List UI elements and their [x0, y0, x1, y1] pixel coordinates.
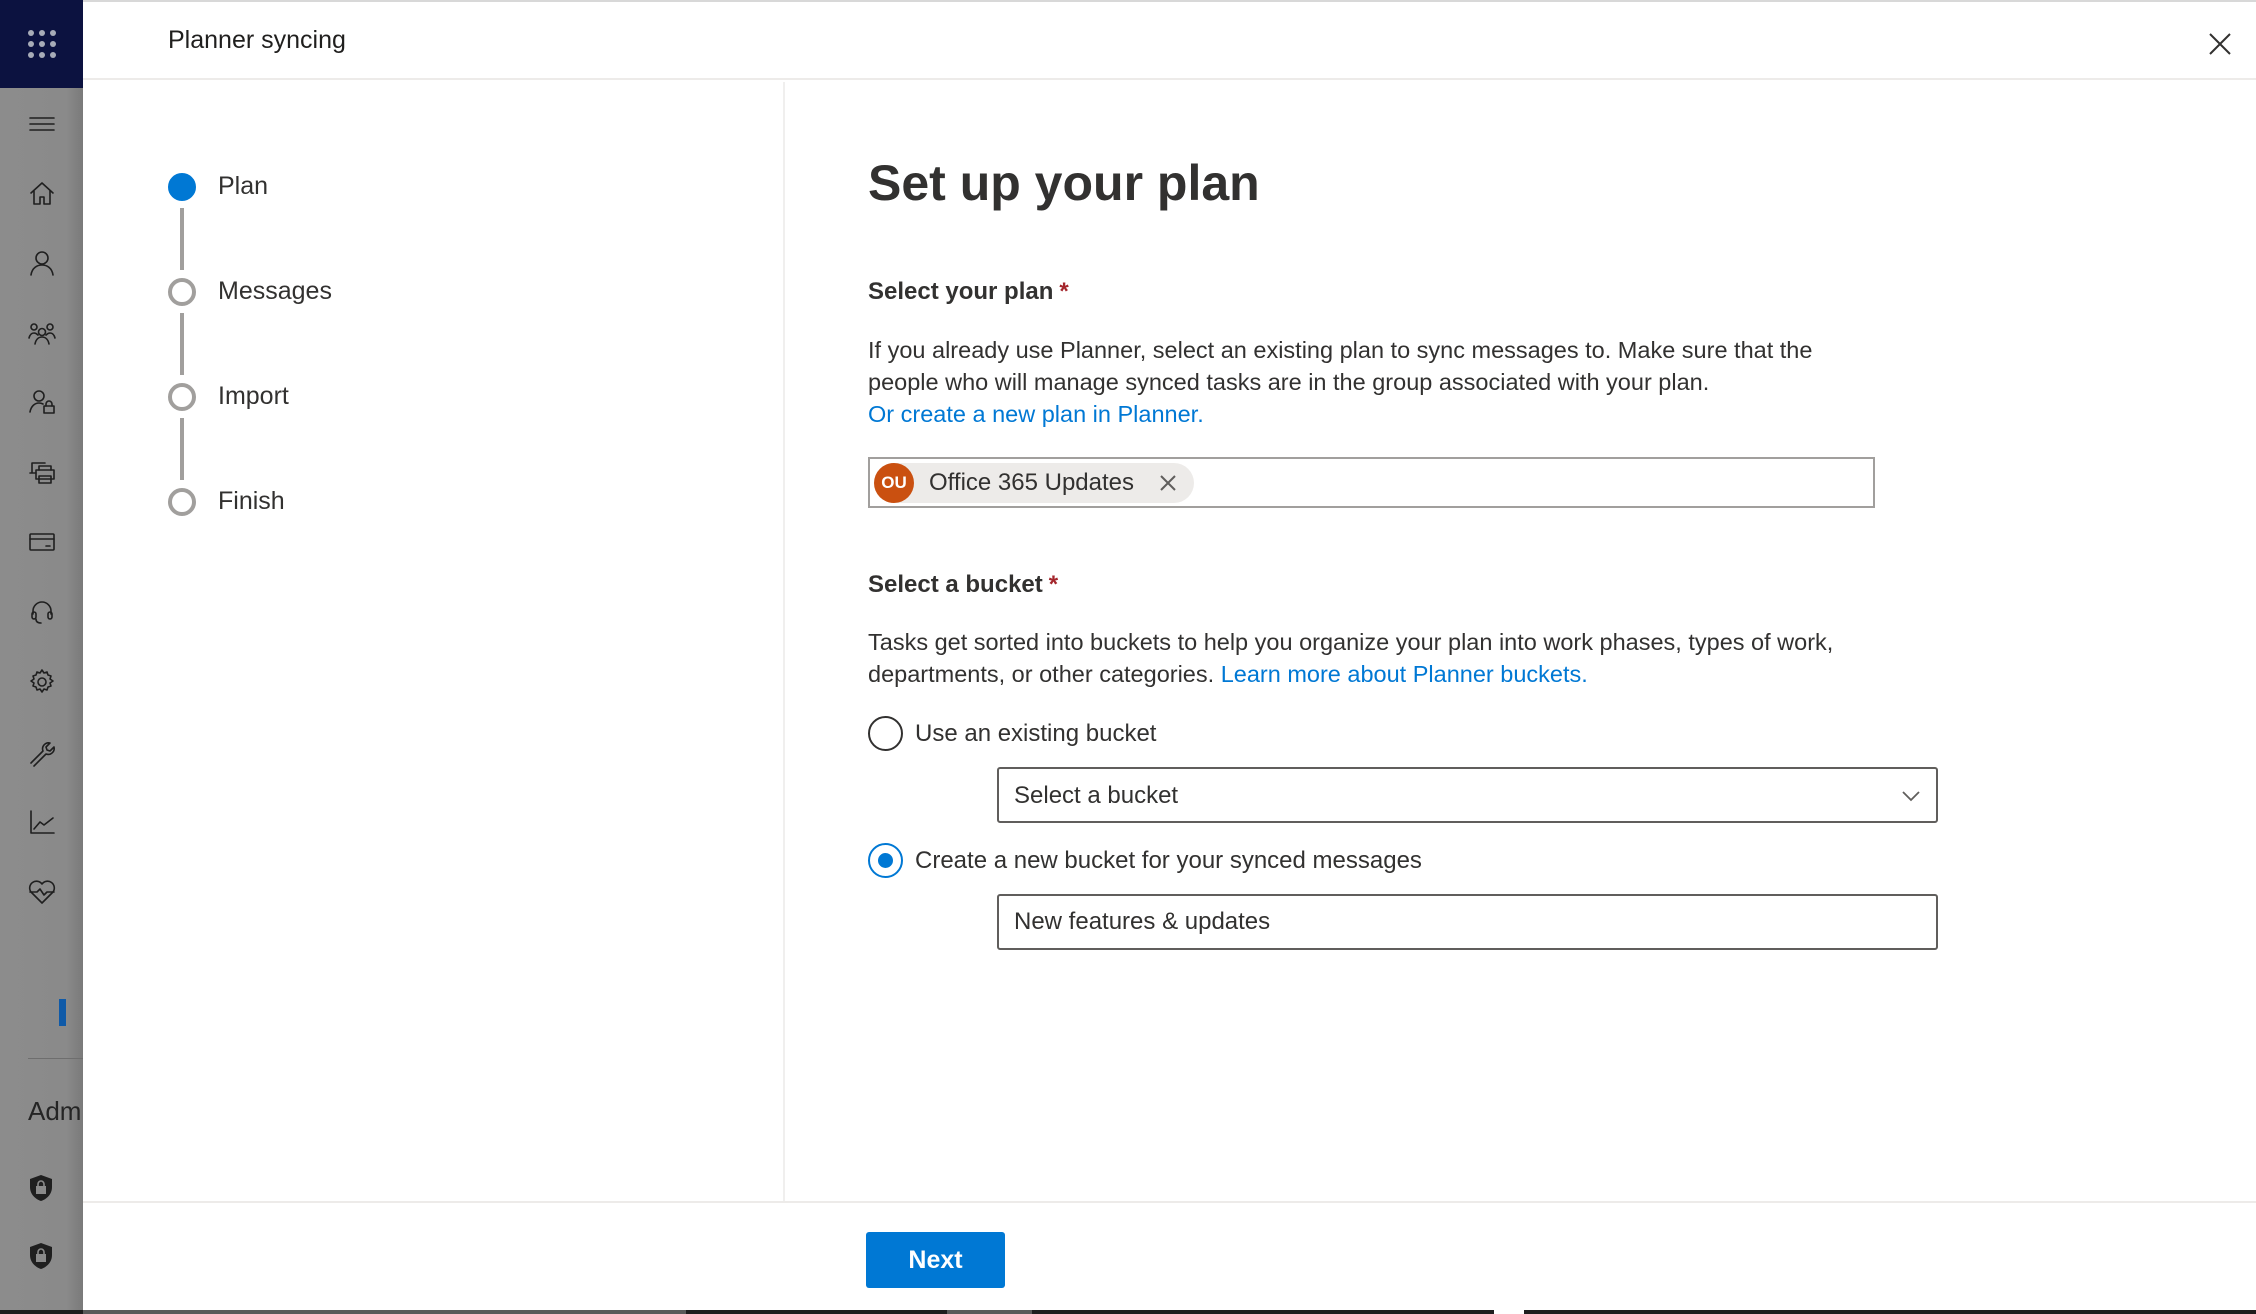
nav-teams-groups[interactable]	[24, 315, 60, 351]
taskbar-segment	[947, 1310, 1032, 1314]
credit-card-icon	[29, 533, 55, 551]
bucket-description: Tasks get sorted into buckets to help yo…	[868, 626, 1888, 690]
group-icon	[28, 323, 56, 345]
select-bucket-label-text: Select a bucket	[868, 571, 1043, 598]
admin-centers-label: Admi	[28, 1096, 83, 1126]
required-marker: *	[1059, 278, 1069, 305]
taskbar-segment	[1494, 1310, 1524, 1314]
selected-plan-name: Office 365 Updates	[929, 469, 1135, 496]
next-button[interactable]: Next	[866, 1232, 1005, 1288]
nav-admin-center-2[interactable]	[28, 1242, 54, 1270]
nav-divider	[28, 1058, 83, 1059]
plan-picker[interactable]: OU Office 365 Updates	[868, 457, 1875, 508]
chevron-down-icon	[1900, 785, 1922, 807]
home-icon	[30, 182, 54, 205]
nav-roles[interactable]	[24, 384, 60, 420]
radio-new-bucket[interactable]: Create a new bucket for your synced mess…	[868, 843, 1422, 878]
planner-syncing-panel: Planner syncing Plan Messages Import Fin…	[83, 0, 2256, 1310]
panel-title: Planner syncing	[168, 26, 346, 54]
close-icon	[1160, 475, 1176, 491]
gear-icon	[30, 669, 54, 693]
nav-home[interactable]	[24, 176, 60, 212]
headset-icon	[31, 601, 53, 624]
plan-avatar: OU	[874, 463, 914, 503]
step-connector	[180, 208, 184, 270]
nav-health[interactable]	[24, 874, 60, 910]
new-bucket-name-input[interactable]	[997, 894, 1938, 950]
nav-reports[interactable]	[24, 804, 60, 840]
nav-users[interactable]	[24, 245, 60, 281]
step-finish[interactable]: Finish	[168, 487, 285, 516]
step-label: Messages	[218, 277, 332, 305]
step-connector	[180, 313, 184, 375]
taskbar-strip	[0, 1310, 2256, 1314]
plan-description: If you already use Planner, select an ex…	[868, 334, 1888, 430]
nav-billing[interactable]	[24, 524, 60, 560]
plan-description-text: If you already use Planner, select an ex…	[868, 337, 1813, 395]
app-launcher-button[interactable]	[0, 0, 83, 88]
step-messages[interactable]: Messages	[168, 277, 332, 306]
create-new-plan-link[interactable]: Or create a new plan in Planner.	[868, 401, 1204, 427]
footer-divider	[83, 1201, 2256, 1203]
line-chart-icon	[30, 810, 55, 834]
learn-more-buckets-link[interactable]: Learn more about Planner buckets.	[1221, 661, 1588, 687]
user-lock-icon	[29, 390, 55, 414]
step-label: Plan	[218, 172, 269, 200]
taskbar-segment	[83, 1310, 686, 1314]
select-plan-label: Select your plan *	[868, 278, 1069, 306]
select-plan-label-text: Select your plan	[868, 278, 1054, 305]
step-label: Import	[218, 382, 289, 410]
radio-button-checked[interactable]	[868, 843, 903, 878]
remove-plan-button[interactable]	[1158, 473, 1178, 493]
panel-divider	[783, 82, 785, 1201]
page-title: Set up your plan	[868, 155, 1260, 211]
bucket-dropdown-placeholder: Select a bucket	[1014, 782, 1179, 809]
user-icon	[30, 251, 54, 276]
bucket-dropdown[interactable]: Select a bucket	[997, 767, 1938, 823]
step-indicator	[168, 382, 196, 411]
nav-setup[interactable]	[24, 734, 60, 770]
radio-existing-bucket[interactable]: Use an existing bucket	[868, 716, 1156, 751]
shield-lock-icon	[30, 1243, 52, 1269]
printer-icon	[29, 462, 55, 484]
step-indicator-current	[168, 172, 196, 201]
nav-resources[interactable]	[24, 454, 60, 490]
nav-menu-button[interactable]	[24, 106, 60, 142]
required-marker: *	[1048, 571, 1059, 598]
nav-selection-indicator	[59, 999, 66, 1026]
radio-label: Create a new bucket for your synced mess…	[915, 846, 1422, 874]
step-indicator	[168, 277, 196, 306]
waffle-icon	[27, 30, 56, 58]
step-import[interactable]: Import	[168, 382, 289, 411]
step-plan[interactable]: Plan	[168, 172, 268, 201]
close-button[interactable]	[2200, 24, 2240, 64]
left-nav-rail: Admi	[0, 0, 83, 1314]
shield-lock-icon	[30, 1175, 52, 1201]
radio-label: Use an existing bucket	[915, 719, 1157, 747]
select-bucket-label: Select a bucket *	[868, 571, 1058, 599]
nav-settings[interactable]	[24, 664, 60, 700]
nav-admin-center-1[interactable]	[28, 1174, 54, 1202]
radio-button[interactable]	[868, 716, 903, 751]
close-icon	[2209, 33, 2231, 55]
heart-pulse-icon	[28, 880, 56, 904]
wrench-icon	[30, 742, 55, 767]
step-connector	[180, 418, 184, 480]
nav-support[interactable]	[24, 594, 60, 630]
step-label: Finish	[218, 487, 285, 515]
selected-plan-chip: OU Office 365 Updates	[874, 463, 1195, 503]
panel-header: Planner syncing	[83, 2, 2256, 80]
step-indicator	[168, 487, 196, 516]
hamburger-icon	[29, 117, 55, 131]
